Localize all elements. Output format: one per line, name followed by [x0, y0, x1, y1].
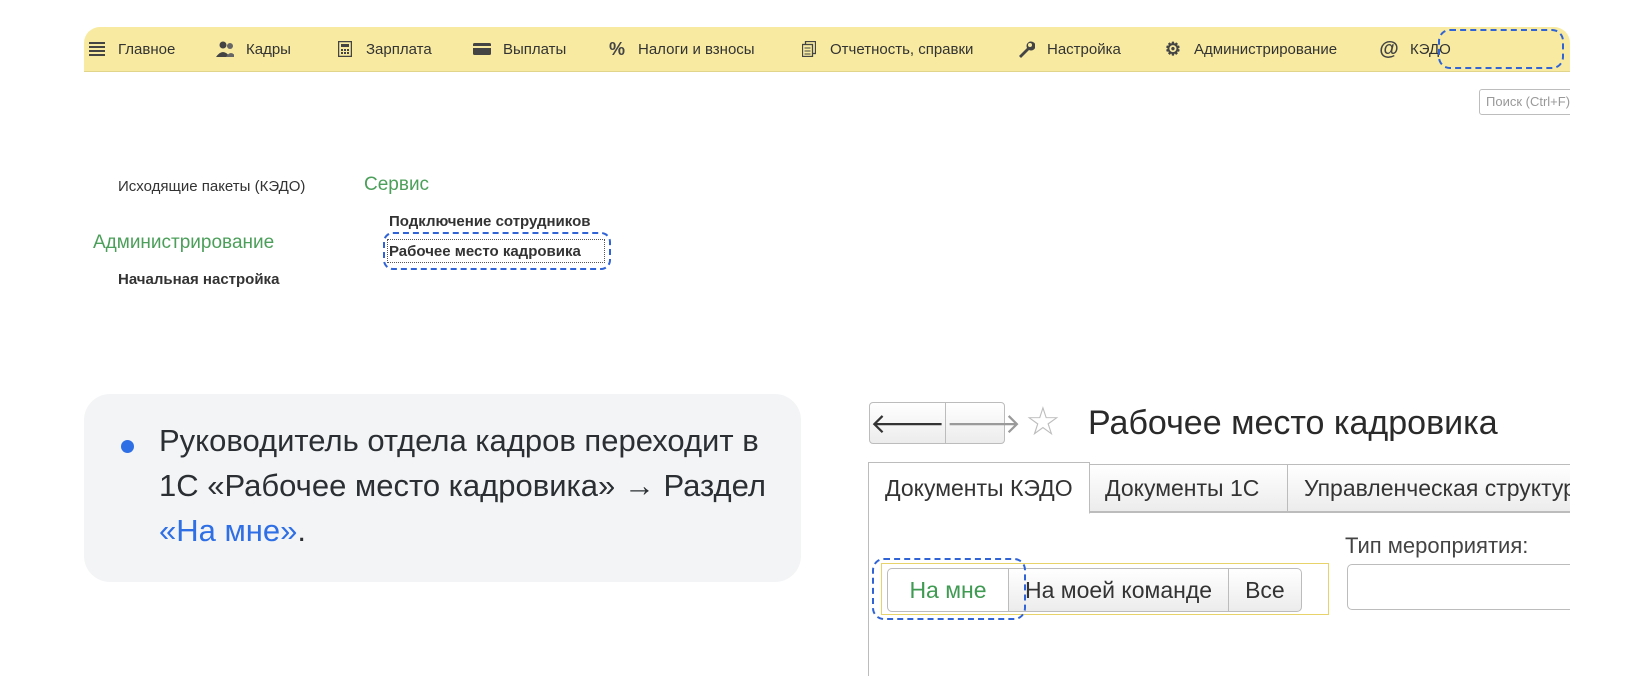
initial-setup-link[interactable]: Начальная настройка: [118, 271, 279, 288]
instruction-text-end: .: [297, 513, 307, 548]
forward-arrow-icon[interactable]: 🡒: [945, 403, 1021, 443]
menu-item-hr[interactable]: Кадры: [216, 27, 291, 71]
tab-1c-documents[interactable]: Документы 1С: [1088, 464, 1288, 512]
menu-item-reports[interactable]: Отчетность, справки: [800, 27, 973, 71]
calculator-icon: [336, 40, 354, 58]
back-arrow-icon[interactable]: 🡐: [870, 403, 945, 443]
menu-item-label: Зарплата: [366, 40, 432, 58]
gear-icon: ⚙: [1164, 38, 1182, 59]
hr-workplace-window: 🡐 🡒 ☆ Рабочее место кадровика Документы …: [865, 394, 1570, 676]
on-me-highlight-frame: [872, 558, 1026, 620]
reports-icon: [800, 40, 818, 58]
event-type-field[interactable]: [1347, 564, 1570, 610]
instruction-card: Руководитель отдела кадров переходит в 1…: [84, 394, 801, 582]
menu-item-label: Отчетность, справки: [830, 40, 974, 58]
menu-item-label: Выплаты: [503, 40, 567, 58]
star-icon[interactable]: ☆: [1025, 400, 1061, 444]
navigation-buttons: 🡐 🡒: [869, 402, 1021, 444]
connect-employees-link[interactable]: Подключение сотрудников: [389, 213, 590, 230]
search-input[interactable]: Поиск (Ctrl+F): [1479, 89, 1570, 115]
menu-item-salary[interactable]: Зарплата: [336, 27, 432, 71]
menu-lines-icon: [88, 40, 106, 58]
menu-item-label: Налоги и взносы: [638, 40, 755, 58]
tab-divider: [1090, 512, 1570, 513]
percent-icon: %: [608, 38, 625, 59]
administration-group-title: Администрирование: [93, 232, 275, 253]
hr-workplace-highlight-frame: [383, 232, 611, 270]
tab-management-structure[interactable]: Управленческая структура: [1287, 464, 1570, 512]
people-icon: [216, 40, 234, 58]
menu-item-label: Администрирование: [1194, 40, 1338, 58]
tab-bar: Документы 1С Управленческая структура До…: [868, 462, 1570, 514]
tab-kedo-documents[interactable]: Документы КЭДО: [868, 462, 1090, 514]
menu-item-label: Настройка: [1047, 40, 1121, 58]
menu-item-payments[interactable]: Выплаты: [473, 27, 566, 71]
at-sign-icon: @: [1379, 37, 1399, 60]
sections-panel: Главное Кадры Зарплата Выплаты % Налоги …: [84, 27, 1570, 337]
instruction-text: Руководитель отдела кадров переходит в 1…: [159, 418, 779, 553]
kedo-highlight-frame: [1438, 29, 1564, 69]
bullet-dot: [121, 440, 134, 453]
content-border: [868, 512, 869, 676]
event-type-label: Тип мероприятия:: [1345, 533, 1529, 558]
menu-item-taxes[interactable]: % Налоги и взносы: [608, 27, 755, 71]
section-menubar: Главное Кадры Зарплата Выплаты % Налоги …: [84, 27, 1570, 72]
menu-item-main[interactable]: Главное: [88, 27, 175, 71]
outgoing-packages-link[interactable]: Исходящие пакеты (КЭДО): [118, 178, 305, 195]
filter-my-team-button[interactable]: На моей команде: [1009, 568, 1230, 612]
on-me-highlight-text: «На мне»: [159, 513, 298, 548]
window-title: Рабочее место кадровика: [1088, 404, 1498, 442]
instruction-text-main: Руководитель отдела кадров переходит в 1…: [159, 423, 766, 503]
wallet-icon: [473, 40, 491, 58]
menu-item-label: Главное: [118, 40, 176, 58]
service-group-title: Сервис: [364, 174, 430, 195]
menu-item-administration[interactable]: ⚙ Администрирование: [1164, 27, 1337, 71]
menu-item-settings[interactable]: Настройка: [1017, 27, 1121, 71]
wrench-icon: [1017, 40, 1035, 58]
filter-all-button[interactable]: Все: [1229, 568, 1302, 612]
menu-item-label: Кадры: [246, 40, 291, 58]
